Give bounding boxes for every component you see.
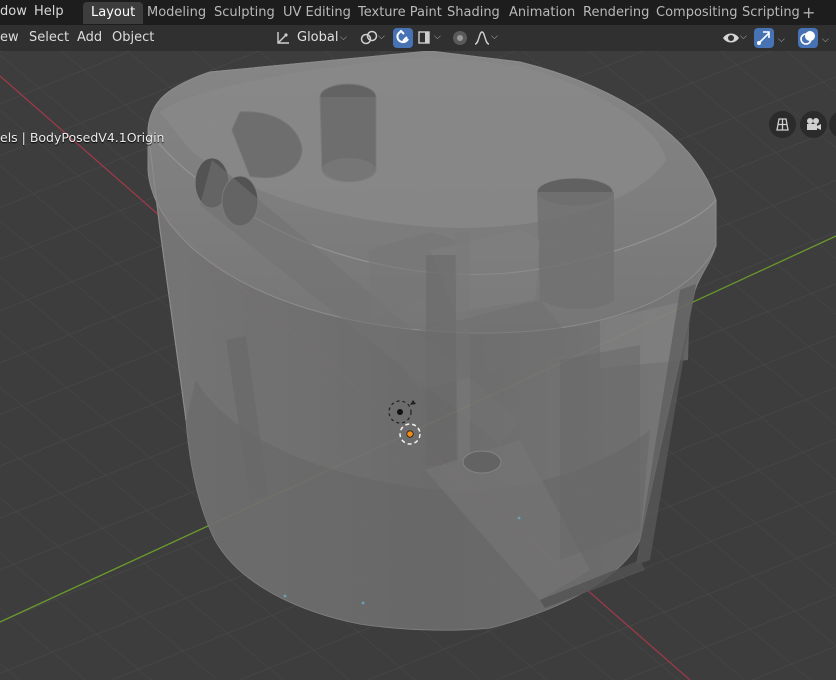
tab-layout[interactable]: Layout [83, 2, 144, 24]
chevron-down-icon: ⌵ [378, 32, 385, 42]
magnet-icon [396, 29, 409, 44]
tab-rendering[interactable]: Rendering [575, 2, 657, 24]
tab-sculpting[interactable]: Sculpting [206, 2, 283, 24]
tab-uv-editing[interactable]: UV Editing [275, 2, 359, 24]
body-mesh[interactable] [147, 51, 717, 631]
proportional-edit-button[interactable] [450, 28, 470, 48]
snap-target-icon [418, 31, 430, 44]
transform-orientation-dropdown[interactable]: Global ⌵ [272, 28, 352, 48]
object-menu[interactable]: Object [112, 25, 154, 51]
tab-texture-paint[interactable]: Texture Paint [350, 2, 450, 24]
light-point [361, 601, 365, 605]
add-workspace-button[interactable]: + [802, 1, 815, 24]
tab-animation[interactable]: Animation [501, 2, 583, 24]
proportional-edit-icon [453, 31, 467, 45]
object-info-label: els | BodyPosedV4.1Origin [0, 130, 165, 145]
toggle-camera-view-button[interactable] [769, 111, 796, 138]
camera-icon [807, 118, 821, 130]
gizmo-icon [757, 31, 770, 45]
snap-toggle-button[interactable] [393, 28, 413, 48]
chevron-down-icon: ⌵ [434, 32, 441, 42]
pivot-point-dropdown[interactable]: ⌵ [359, 28, 389, 48]
light-point [517, 516, 521, 520]
view-menu[interactable]: ew [0, 25, 19, 51]
viewport-canvas[interactable] [0, 51, 836, 680]
chevron-down-icon: ⌵ [491, 32, 498, 42]
orientation-label: Global [297, 30, 339, 45]
add-menu[interactable]: Add [77, 25, 102, 51]
help-menu[interactable]: Help [34, 0, 64, 25]
light-point [283, 594, 287, 598]
overlay-toggle-button[interactable] [798, 28, 818, 48]
tab-scripting[interactable]: Scripting [734, 2, 808, 24]
overlay-icon [800, 31, 815, 45]
snap-target-dropdown[interactable]: ⌵ [416, 28, 444, 48]
window-menu[interactable]: dow [0, 0, 27, 25]
transform-pivot-icon [277, 32, 289, 44]
chevron-down-icon: ⌵ [340, 33, 347, 43]
grid-view-icon [776, 118, 789, 131]
tab-compositing[interactable]: Compositing [648, 2, 746, 24]
select-menu[interactable]: Select [29, 25, 69, 51]
viewport-header: ew Select Add Object Global ⌵ ⌵ ⌵ ⌵ ⌵ ⌵ … [0, 25, 836, 51]
tab-modeling[interactable]: Modeling [139, 2, 214, 24]
top-bar: dow Help Layout Modeling Sculpting UV Ed… [0, 0, 836, 25]
falloff-icon [474, 31, 490, 45]
gizmo-toggle-button[interactable] [754, 28, 774, 48]
3d-viewport[interactable]: els | BodyPosedV4.1Origin [0, 51, 836, 680]
falloff-dropdown[interactable]: ⌵ [473, 28, 501, 48]
chevron-down-icon[interactable]: ⌵ [822, 35, 829, 45]
visibility-dropdown[interactable]: ⌵ [721, 28, 749, 48]
snap-icon [360, 30, 378, 45]
chevron-down-icon: ⌵ [740, 32, 747, 42]
chevron-down-icon[interactable]: ⌵ [778, 35, 785, 45]
visibility-icon [723, 33, 739, 43]
tab-shading[interactable]: Shading [439, 2, 508, 24]
camera-view-button[interactable] [800, 111, 827, 138]
